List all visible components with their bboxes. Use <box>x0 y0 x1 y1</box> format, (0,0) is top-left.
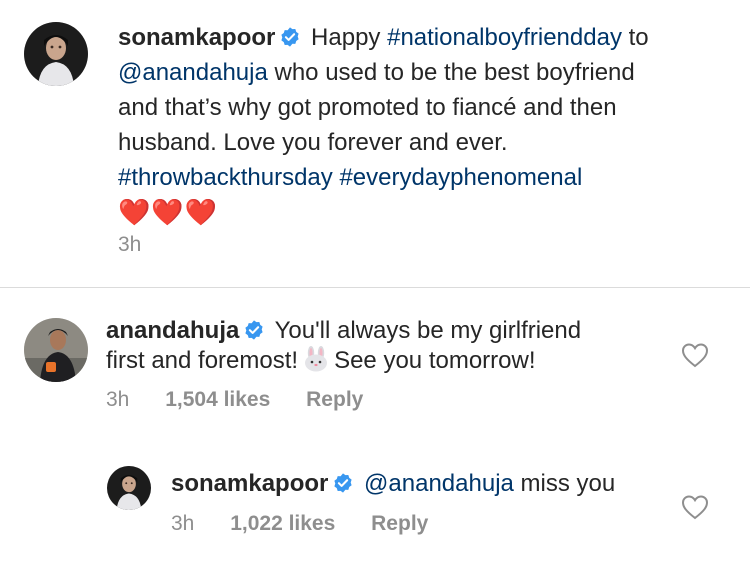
comment-text-part-b: See you tomorrow! <box>334 347 536 374</box>
comment-text-anandahuja: anandahuja You'll always be my girlfrien… <box>106 316 626 376</box>
caption-part-to: to <box>628 24 649 51</box>
verified-badge-icon <box>279 26 301 48</box>
mention-anandahuja[interactable]: @anandahuja <box>118 59 268 86</box>
caption-heart-emojis: ❤️❤️❤️ <box>118 197 219 227</box>
reply-username-sonamkapoor[interactable]: sonamkapoor <box>171 470 328 497</box>
caption-meta: 3h <box>118 233 171 257</box>
caption-part-happy: Happy <box>311 24 381 51</box>
mention-anandahuja[interactable]: @anandahuja <box>364 470 514 497</box>
comment-meta-anandahuja: 3h 1,504 likes Reply <box>106 388 393 412</box>
verified-badge-icon <box>332 472 354 494</box>
caption-timestamp[interactable]: 3h <box>118 233 141 256</box>
caption-text: sonamkapoor Happy #nationalboyfriendday … <box>118 20 678 231</box>
reply-message: miss you <box>520 470 616 497</box>
reply-likes-count[interactable]: 1,022 likes <box>230 512 335 535</box>
heart-outline-icon[interactable] <box>681 342 709 368</box>
reply-timestamp[interactable]: 3h <box>171 512 194 535</box>
reply-text-sonamkapoor: sonamkapoor @anandahuja miss you <box>171 469 651 499</box>
comment-timestamp[interactable]: 3h <box>106 388 129 411</box>
verified-badge-icon <box>243 319 265 341</box>
comment-avatar-anandahuja[interactable] <box>24 318 88 382</box>
hashtag-throwbackthursday[interactable]: #throwbackthursday <box>118 164 333 191</box>
heart-outline-icon[interactable] <box>681 494 709 520</box>
rabbit-face-emoji <box>302 346 330 372</box>
hashtag-nationalboyfriendday[interactable]: #nationalboyfriendday <box>387 24 622 51</box>
reply-button[interactable]: Reply <box>306 388 363 411</box>
hashtag-everydayphenomenal[interactable]: #everydayphenomenal <box>339 164 582 191</box>
caption-divider <box>0 287 750 288</box>
reply-meta-sonamkapoor: 3h 1,022 likes Reply <box>171 512 458 536</box>
comment-likes-count[interactable]: 1,504 likes <box>165 388 270 411</box>
comment-username-anandahuja[interactable]: anandahuja <box>106 317 239 344</box>
caption-username[interactable]: sonamkapoor <box>118 24 275 51</box>
reply-avatar-sonamkapoor[interactable] <box>107 466 151 510</box>
caption-avatar[interactable] <box>24 22 88 86</box>
reply-button[interactable]: Reply <box>371 512 428 535</box>
comments-screen: sonamkapoor Happy #nationalboyfriendday … <box>0 0 750 570</box>
